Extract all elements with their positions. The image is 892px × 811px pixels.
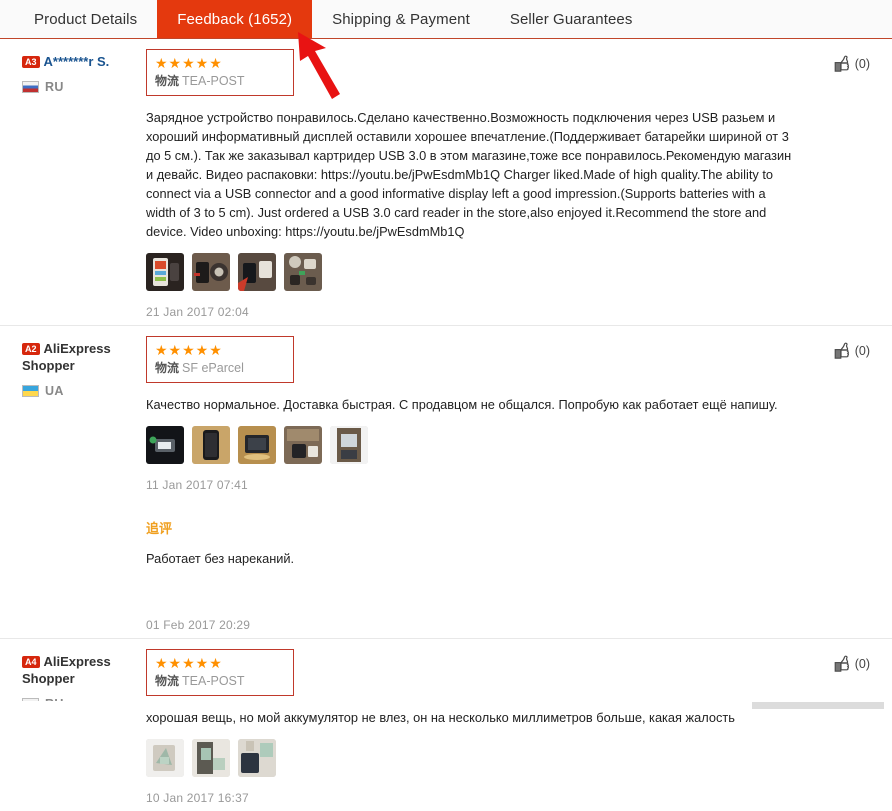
star-rating: ★★★★★ xyxy=(155,342,223,358)
helpful-count: (0) xyxy=(854,57,870,71)
logistics-carrier: TEA-POST xyxy=(182,74,245,88)
reviewer-level-badge: A3 xyxy=(22,56,40,68)
review-photo-thumbnail[interactable] xyxy=(284,253,322,291)
star-rating: ★★★★★ xyxy=(155,55,223,71)
review-text: хорошая вещь, но мой аккумулятор не влез… xyxy=(146,710,735,725)
feedback-review-list: A3 A*******r S. RU ★★★★★ 物流 TEA-POST Заряд… xyxy=(0,39,892,811)
additional-review-timestamp: 01 Feb 2017 20:29 xyxy=(146,618,251,632)
review-timestamp: 11 Jan 2017 07:41 xyxy=(146,478,248,492)
review-photo-thumbnail[interactable] xyxy=(330,426,368,464)
review-photo-thumbnail[interactable] xyxy=(146,253,184,291)
reviewer-info: A3 A*******r S. RU xyxy=(22,49,140,94)
review-photo-thumbnail[interactable] xyxy=(146,426,184,464)
country-code: UA xyxy=(45,384,64,398)
review-photo-thumbnail[interactable] xyxy=(192,253,230,291)
review-item: A4AliExpress Shopper RU ★★★★★ 物流TEA-POST… xyxy=(0,638,892,811)
review-text: Качество нормальное. Доставка быстрая. С… xyxy=(146,397,778,412)
review-text: Зарядное устройство понравилось.Сделано … xyxy=(146,110,792,239)
horizontal-scrollbar-track[interactable] xyxy=(0,701,892,710)
review-photo-thumbnail[interactable] xyxy=(192,739,230,777)
reviewer-level-badge: A4 xyxy=(22,656,40,668)
review-photo-strip xyxy=(146,426,796,464)
logistics-info: 物流 TEA-POST xyxy=(155,674,283,689)
tab-shipping-payment[interactable]: Shipping & Payment xyxy=(312,0,490,38)
reviewer-country: RU xyxy=(22,80,140,94)
logistics-carrier: SF eParcel xyxy=(182,361,244,375)
thumbs-up-icon xyxy=(834,655,853,678)
tab-product-details[interactable]: Product Details xyxy=(14,0,157,38)
feedback-tabbar: Product Details Feedback (1652) Shipping… xyxy=(0,0,892,39)
tab-feedback[interactable]: Feedback (1652) xyxy=(157,0,313,38)
flag-ru-icon xyxy=(22,81,39,93)
review-item: A2 AliExpress Shopper UA ★★★★★ 物流 SF eParc… xyxy=(0,325,892,638)
review-photo-thumbnail[interactable] xyxy=(284,426,322,464)
logistics-label: 物流 xyxy=(155,674,180,688)
flag-ua-icon xyxy=(22,385,39,397)
reviewer-level-badge: A2 xyxy=(22,343,40,355)
rating-highlight-box: ★★★★★ 物流 TEA-POST xyxy=(146,649,294,696)
thumbs-up-icon xyxy=(834,55,853,78)
horizontal-scrollbar-thumb[interactable] xyxy=(752,702,884,709)
additional-review-title: 追评 xyxy=(146,522,173,537)
helpful-button[interactable]: (0) xyxy=(796,49,870,78)
reviewer-country: UA xyxy=(22,384,140,398)
reviewer-name[interactable]: A*******r S. xyxy=(44,54,110,69)
helpful-count: (0) xyxy=(854,344,870,358)
logistics-info: 物流 SF eParcel xyxy=(155,361,283,376)
review-item: A3 A*******r S. RU ★★★★★ 物流 TEA-POST Заряд… xyxy=(0,39,892,325)
country-code: RU xyxy=(45,80,64,94)
review-photo-thumbnail[interactable] xyxy=(238,253,276,291)
helpful-button[interactable]: (0) xyxy=(796,336,870,365)
additional-review-text: Работает без нареканий. xyxy=(146,551,295,566)
review-photo-thumbnail[interactable] xyxy=(146,739,184,777)
logistics-label: 物流 xyxy=(155,361,180,375)
review-timestamp: 10 Jan 2017 16:37 xyxy=(146,791,249,805)
logistics-label: 物流 xyxy=(155,74,180,88)
review-photo-strip xyxy=(146,253,796,291)
rating-highlight-box: ★★★★★ 物流 TEA-POST xyxy=(146,49,294,96)
reviewer-info: A2 AliExpress Shopper UA xyxy=(22,336,140,398)
helpful-button[interactable]: (0) xyxy=(796,649,870,678)
review-photo-thumbnail[interactable] xyxy=(192,426,230,464)
review-timestamp: 21 Jan 2017 02:04 xyxy=(146,305,249,319)
logistics-carrier: TEA-POST xyxy=(182,674,245,688)
review-photo-strip xyxy=(146,739,796,777)
thumbs-up-icon xyxy=(834,342,853,365)
star-rating: ★★★★★ xyxy=(155,655,223,671)
review-photo-thumbnail[interactable] xyxy=(238,426,276,464)
helpful-count: (0) xyxy=(854,657,870,671)
review-photo-thumbnail[interactable] xyxy=(238,739,276,777)
logistics-info: 物流 TEA-POST xyxy=(155,74,283,89)
tab-seller-guarantees[interactable]: Seller Guarantees xyxy=(490,0,653,38)
rating-highlight-box: ★★★★★ 物流 SF eParcel xyxy=(146,336,294,383)
